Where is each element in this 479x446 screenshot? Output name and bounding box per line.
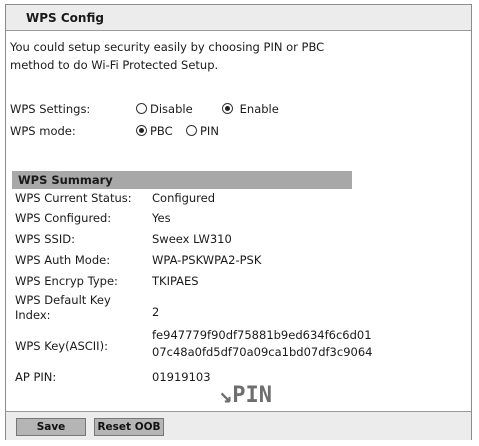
- wps-config-panel: WPS Config You could setup security easi…: [5, 4, 472, 440]
- arrow-icon: ↘: [219, 383, 233, 408]
- intro-text: You could setup security easily by choos…: [10, 40, 325, 72]
- wps-key-label: WPS Key(ASCII):: [15, 339, 108, 353]
- panel-title: WPS Config: [26, 11, 104, 25]
- pin-annotation: ↘PIN: [219, 383, 272, 408]
- radio-pbc[interactable]: [136, 125, 147, 136]
- default-key-index-label: WPS Default Key Index:: [15, 293, 111, 322]
- auth-mode-label: WPS Auth Mode:: [15, 253, 111, 267]
- radio-enable[interactable]: [222, 103, 233, 114]
- pbc-label: PBC: [150, 124, 173, 138]
- current-status-value: Configured: [152, 191, 216, 205]
- radio-pin[interactable]: [186, 125, 197, 136]
- current-status-label: WPS Current Status:: [15, 191, 132, 205]
- save-button[interactable]: Save: [16, 418, 86, 436]
- ap-pin-value: 01919103: [152, 370, 211, 384]
- wps-mode-label: WPS mode:: [10, 124, 76, 138]
- wps-mode-pbc-radio[interactable]: PBC: [136, 124, 173, 138]
- wps-summary-title: WPS Summary: [18, 173, 113, 187]
- configured-value: Yes: [152, 211, 171, 225]
- pin-label: PIN: [200, 124, 219, 138]
- wps-mode-pin-radio[interactable]: PIN: [186, 124, 219, 138]
- default-key-index-value: 2: [152, 305, 160, 319]
- radio-disable[interactable]: [136, 103, 147, 114]
- wps-settings-enable-radio[interactable]: Enable: [222, 102, 279, 116]
- enable-label: Enable: [239, 102, 279, 116]
- encryp-type-label: WPS Encryp Type:: [15, 274, 118, 288]
- ssid-value: Sweex LW310: [152, 232, 232, 246]
- footer-bar: Save Reset OOB: [6, 411, 471, 440]
- panel-header: WPS Config: [6, 5, 471, 31]
- encryp-type-value: TKIPAES: [152, 274, 199, 288]
- ssid-label: WPS SSID:: [15, 232, 75, 246]
- disable-label: Disable: [150, 102, 193, 116]
- pin-annotation-text: PIN: [232, 383, 272, 408]
- wps-settings-label: WPS Settings:: [10, 102, 91, 116]
- wps-key-value: fe947779f90df75881b9ed634f6c6d01 07c48a0…: [152, 328, 373, 359]
- wps-summary-header: WPS Summary: [12, 171, 352, 189]
- reset-oob-button[interactable]: Reset OOB: [94, 418, 164, 436]
- auth-mode-value: WPA-PSKWPA2-PSK: [152, 253, 262, 267]
- ap-pin-label: AP PIN:: [15, 370, 57, 384]
- configured-label: WPS Configured:: [15, 211, 112, 225]
- wps-settings-disable-radio[interactable]: Disable: [136, 102, 193, 116]
